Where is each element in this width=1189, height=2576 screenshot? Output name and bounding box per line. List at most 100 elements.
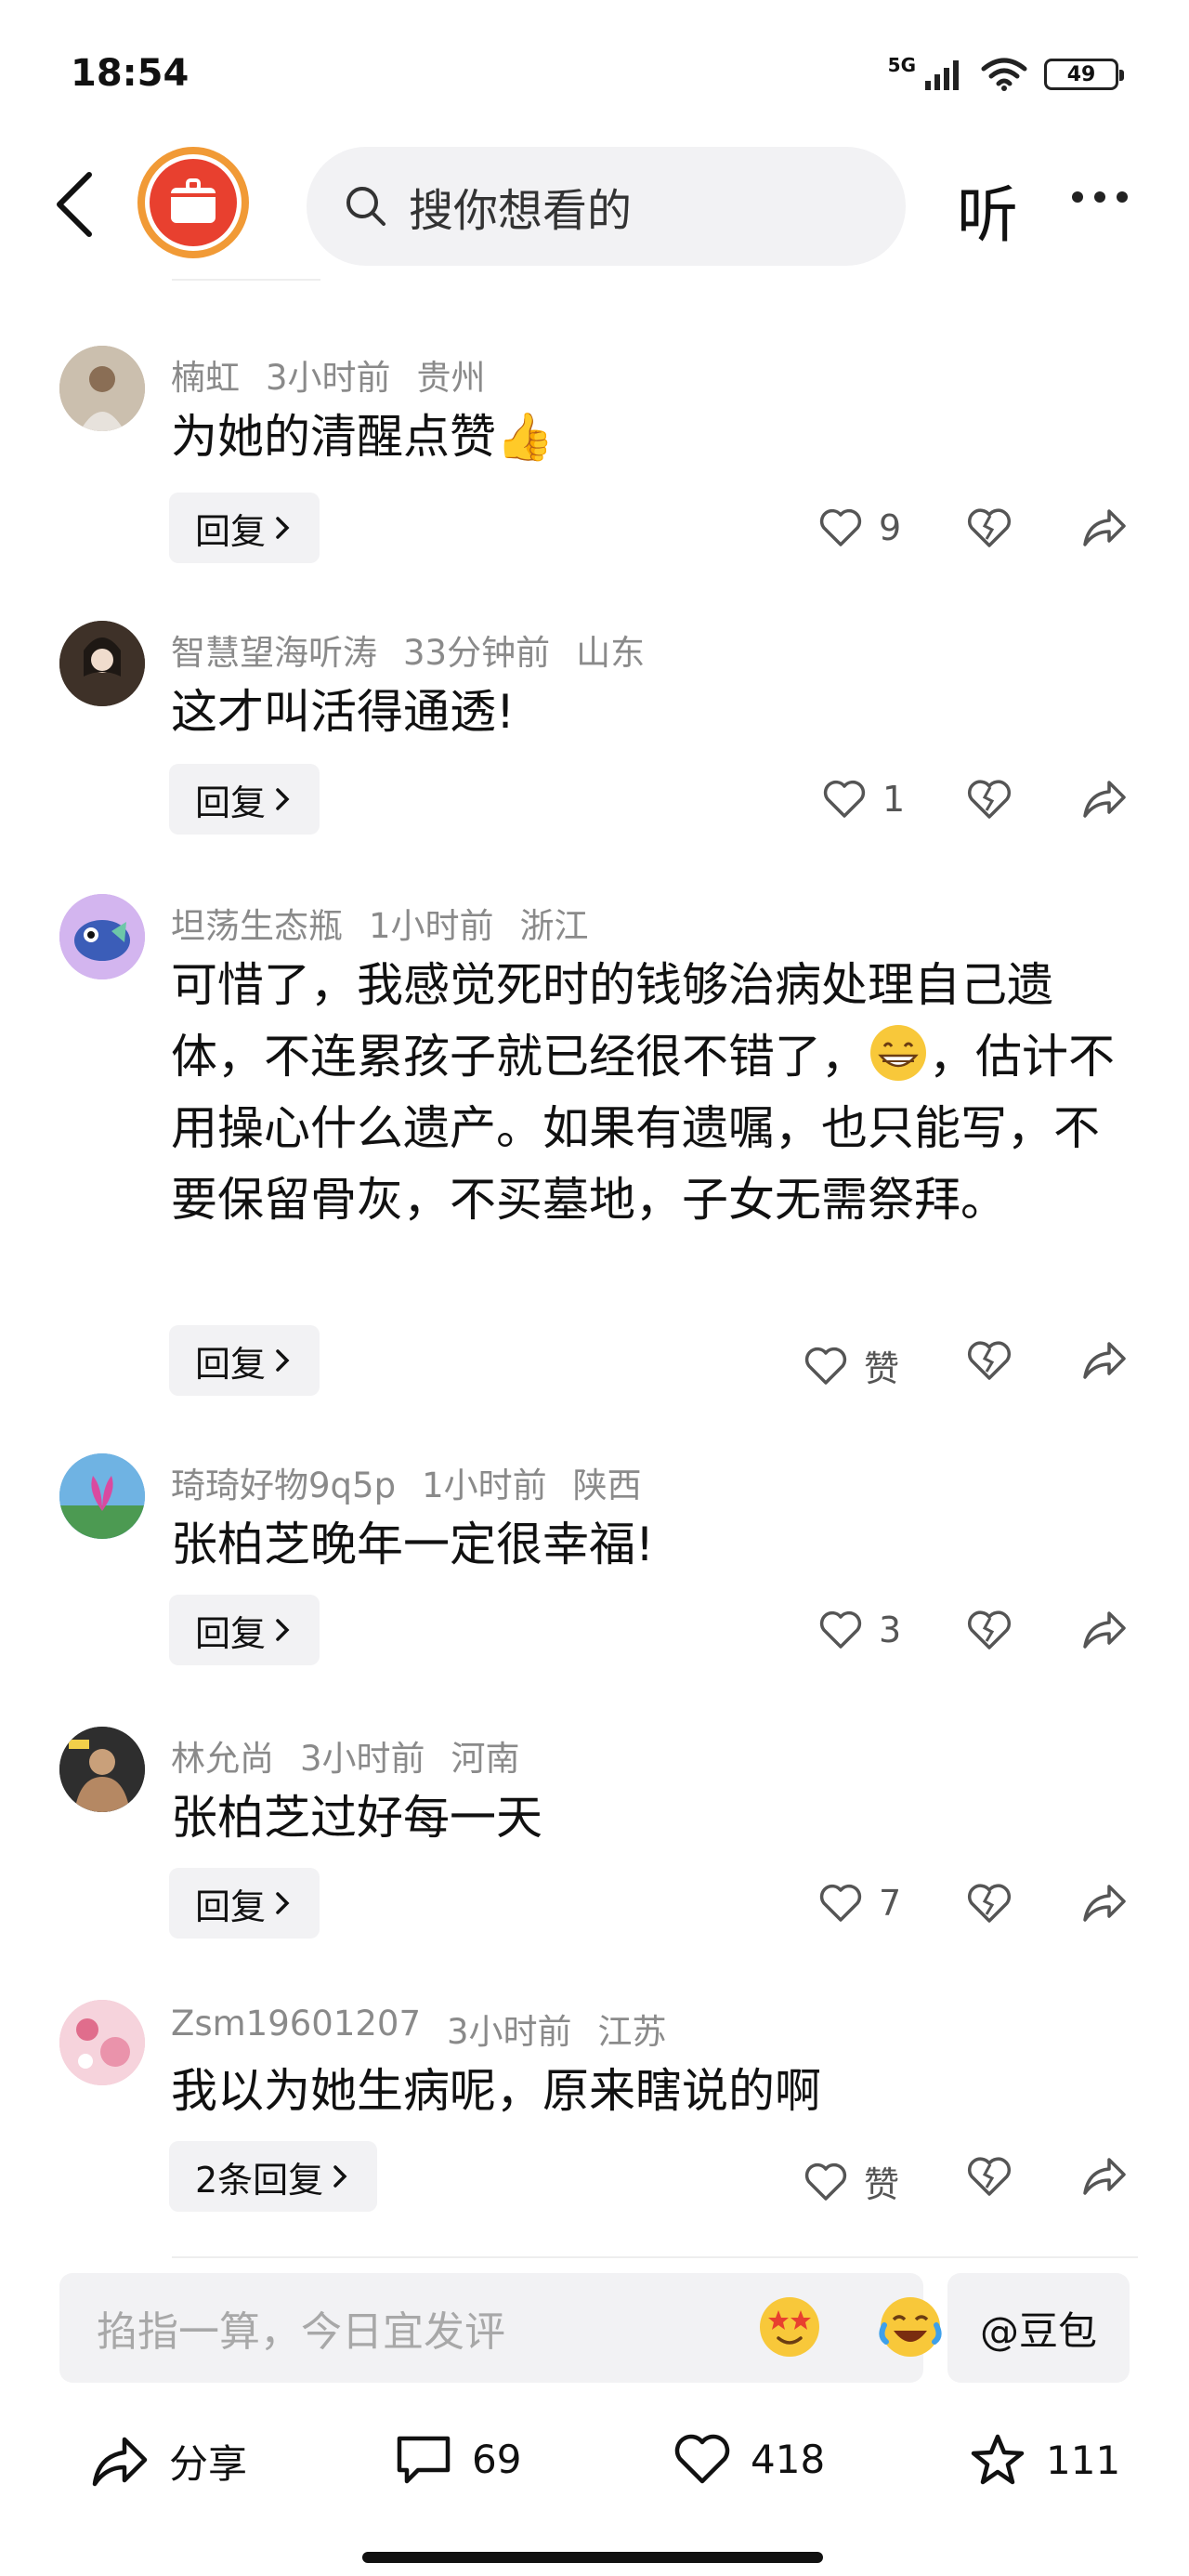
comment-text: 为她的清醒点赞👍: [171, 410, 555, 464]
comment-meta: 坦荡生态瓶 1小时前 浙江: [171, 898, 589, 948]
share-icon[interactable]: [1081, 1340, 1128, 1381]
comment-text: 张柏芝晚年一定很幸福!: [171, 1518, 655, 1571]
dislike-icon[interactable]: [966, 779, 1013, 820]
share-icon[interactable]: [1081, 507, 1128, 548]
like-button[interactable]: 9: [819, 507, 901, 548]
dislike-icon[interactable]: [966, 2156, 1013, 2197]
avatar[interactable]: [59, 1453, 145, 1539]
username[interactable]: 智慧望海听涛: [171, 624, 377, 675]
more-dot: [1094, 191, 1105, 203]
share-icon: [92, 2437, 148, 2486]
comment-time: 1小时前: [422, 1465, 547, 1505]
comment-meta: 楠虹 3小时前 贵州: [171, 349, 486, 400]
comment-location: 江苏: [597, 2012, 667, 2052]
avatar[interactable]: [59, 346, 145, 431]
dislike-icon[interactable]: [966, 1610, 1013, 1650]
comment-input-placeholder: 掐指一算，今日宜发评: [97, 2308, 505, 2356]
heart-icon: [804, 1347, 847, 1385]
comment-location: 河南: [451, 1739, 520, 1779]
bottom-action-bar: 分享 69 418 111: [0, 2416, 1189, 2509]
share-icon[interactable]: [1081, 779, 1128, 820]
star-eyes-emoji-icon[interactable]: [756, 2293, 823, 2360]
comment-button[interactable]: 69: [396, 2433, 521, 2485]
share-label: 分享: [169, 2441, 248, 2487]
like-button[interactable]: 418: [674, 2433, 825, 2485]
dislike-icon[interactable]: [966, 1883, 1013, 1924]
comment-time: 1小时前: [369, 906, 494, 946]
back-button[interactable]: [46, 167, 102, 242]
favorite-button[interactable]: 111: [970, 2433, 1120, 2487]
heart-icon: [804, 2162, 847, 2201]
share-icon[interactable]: [1081, 2156, 1128, 2197]
comment-input[interactable]: 掐指一算，今日宜发评: [59, 2273, 942, 2383]
favorite-count: 111: [1046, 2437, 1121, 2483]
username[interactable]: 坦荡生态瓶: [171, 898, 343, 948]
comment-count: 69: [472, 2436, 522, 2482]
username[interactable]: 楠虹: [171, 349, 240, 400]
like-count: 7: [879, 1883, 902, 1924]
home-indicator[interactable]: [362, 2552, 823, 2563]
username[interactable]: Zsm19601207: [171, 2004, 421, 2054]
search-input[interactable]: 搜你想看的: [307, 147, 906, 266]
divider: [172, 279, 320, 281]
username[interactable]: 琦琦好物9q5p: [171, 1457, 396, 1507]
like-count: 1: [882, 779, 906, 820]
bag-icon: [171, 178, 216, 223]
comment-meta: 林允尚 3小时前 河南: [171, 1730, 520, 1781]
like-button[interactable]: 赞: [804, 1340, 899, 1391]
status-bar: 18:54 5G 49: [0, 0, 1189, 139]
share-button[interactable]: 分享: [91, 2433, 247, 2490]
status-icons: 5G 49: [888, 54, 1124, 91]
like-count: 3: [879, 1610, 902, 1650]
star-icon: [971, 2434, 1025, 2485]
comment-time: 3小时前: [447, 2012, 572, 2052]
laugh-cry-emoji-icon[interactable]: [877, 2293, 944, 2360]
username[interactable]: 林允尚: [171, 1730, 274, 1781]
chevron-left-icon: [57, 172, 92, 237]
comment-icon: [397, 2436, 451, 2484]
like-button[interactable]: 赞: [804, 2156, 899, 2207]
dislike-icon[interactable]: [966, 1340, 1013, 1381]
comment-time: 3小时前: [266, 358, 391, 398]
heart-icon: [819, 1884, 862, 1922]
share-icon[interactable]: [1081, 1610, 1128, 1650]
comment-meta: 智慧望海听涛 33分钟前 山东: [171, 624, 645, 675]
avatar[interactable]: [59, 621, 145, 706]
comment-meta: 琦琦好物9q5p 1小时前 陕西: [171, 1457, 642, 1507]
app-logo[interactable]: [137, 147, 249, 258]
comment-location: 贵州: [416, 358, 486, 398]
doubao-button[interactable]: @豆包: [947, 2273, 1130, 2383]
signal-icon: [925, 60, 959, 90]
comment-time: 3小时前: [300, 1739, 425, 1779]
avatar[interactable]: [59, 2000, 145, 2085]
more-dot: [1117, 191, 1128, 203]
comment-text: 张柏芝过好每一天: [171, 1791, 542, 1845]
share-icon[interactable]: [1081, 1883, 1128, 1924]
comment-location: 陕西: [572, 1465, 642, 1505]
battery-indicator: 49: [1044, 59, 1124, 90]
heart-icon: [823, 780, 866, 818]
comment-location: 浙江: [519, 906, 589, 946]
search-placeholder: 搜你想看的: [409, 185, 633, 237]
listen-button[interactable]: 听: [957, 165, 1018, 255]
like-button[interactable]: 3: [819, 1610, 901, 1650]
wifi-icon: [981, 58, 1027, 91]
like-count: 赞: [864, 1348, 900, 1389]
heart-icon: [674, 2434, 730, 2484]
like-button[interactable]: 7: [819, 1883, 901, 1924]
like-count: 赞: [864, 2164, 900, 2205]
grin-emoji-icon: [870, 1025, 926, 1081]
like-count: 418: [751, 2436, 826, 2482]
avatar[interactable]: [59, 894, 145, 979]
like-count: 9: [879, 507, 902, 548]
divider: [172, 2256, 1138, 2258]
comment-text: 这才叫活得通透!: [171, 685, 516, 739]
status-time: 18:54: [71, 52, 189, 95]
more-button[interactable]: [1072, 191, 1128, 203]
like-button[interactable]: 1: [823, 779, 905, 820]
dislike-icon[interactable]: [966, 507, 1013, 548]
top-nav: 搜你想看的 听: [0, 139, 1189, 266]
heart-icon: [819, 1610, 862, 1649]
comment-time: 33分钟前: [403, 633, 551, 673]
avatar[interactable]: [59, 1727, 145, 1812]
